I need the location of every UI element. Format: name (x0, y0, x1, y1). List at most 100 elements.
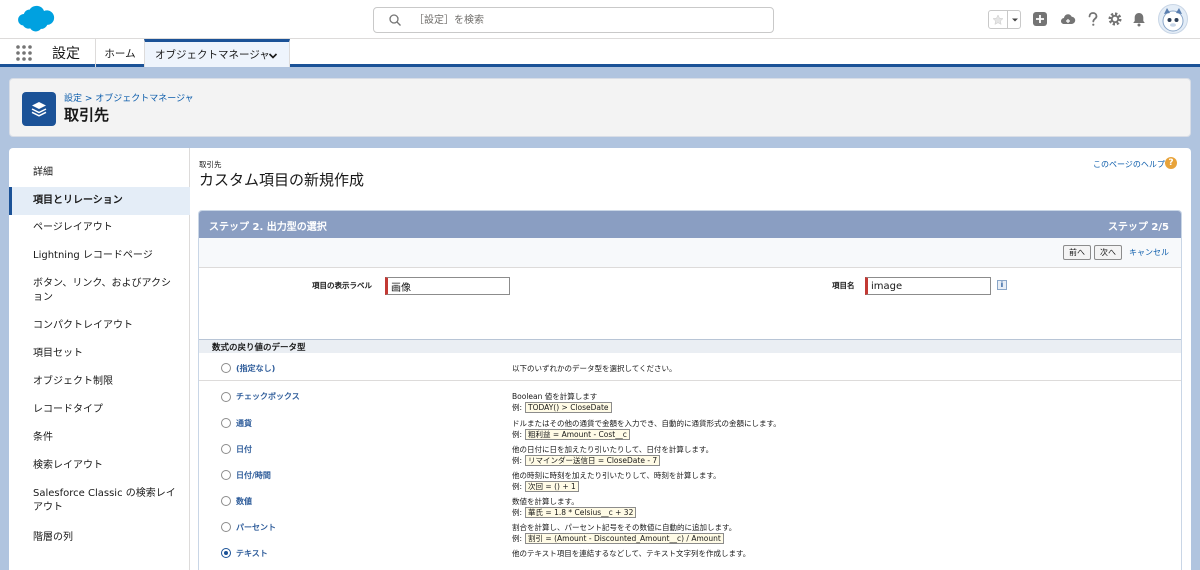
chevron-down-icon (1012, 18, 1018, 21)
type-label[interactable]: テキスト (236, 548, 268, 559)
type-desc: 以下のいずれかのデータ型を選択してください。 (512, 364, 677, 373)
step-header-bar: ステップ 2. 出力型の選択 ステップ 2/5 (199, 211, 1181, 238)
sidebar-item-label: 階層の列 (33, 532, 73, 543)
sidebar-item-fields-relationships[interactable]: 項目とリレーション (9, 187, 190, 215)
sidebar-item-hierarchy-columns[interactable]: 階層の列 (9, 529, 190, 547)
gear-icon (1108, 12, 1122, 26)
star-icon (992, 13, 1004, 25)
type-desc: 他の時刻に時刻を加えたり引いたりして、時刻を計算します。 (512, 471, 721, 480)
bell-icon (1133, 13, 1145, 27)
sidebar-item-page-layouts[interactable]: ページレイアウト (9, 219, 190, 237)
example-prefix: 例: (512, 482, 523, 491)
example-formula: リマインダー送信日 = CloseDate - 7 (525, 455, 661, 466)
tab-home[interactable]: ホーム (95, 39, 144, 67)
example-formula: 割引 = (Amount - Discounted_Amount__c) / A… (525, 533, 724, 544)
type-label[interactable]: (指定なし) (236, 363, 275, 374)
radio-none[interactable] (221, 363, 231, 373)
tab-object-manager[interactable]: オブジェクトマネージャ (144, 39, 290, 67)
type-label[interactable]: 数値 (236, 496, 252, 507)
favorites-group (988, 10, 1021, 29)
user-avatar[interactable] (1158, 4, 1188, 34)
type-label[interactable]: チェックボックス (236, 391, 300, 402)
help-for-page-link[interactable]: このページのヘルプ (1093, 159, 1165, 170)
type-example: 例: 華氏 = 1.8 * Celsius__c + 32 (512, 507, 637, 518)
type-example: 例: 粗利益 = Amount - Cost__c (512, 429, 630, 440)
astro-avatar-icon (1162, 8, 1184, 32)
example-prefix: 例: (512, 430, 523, 439)
page-title: 取引先 (64, 106, 110, 124)
type-example: 例: 割引 = (Amount - Discounted_Amount__c) /… (512, 533, 724, 544)
example-formula: 次回 = () + 1 (525, 481, 579, 492)
previous-button[interactable]: 前へ (1063, 245, 1091, 260)
favorites-star-button[interactable] (989, 11, 1008, 28)
global-actions-button[interactable] (1031, 10, 1049, 28)
layers-icon (31, 102, 47, 117)
global-search[interactable] (373, 7, 774, 33)
sidebar-item-classic-search-layouts[interactable]: Salesforce Classic の検索レイアウト (9, 485, 190, 517)
field-name-caption: 項目名 (832, 281, 855, 290)
sidebar-item-search-layouts[interactable]: 検索レイアウト (9, 457, 190, 475)
radio-currency[interactable] (221, 418, 231, 428)
app-name: 設定 (52, 46, 80, 62)
type-example: 例: 次回 = () + 1 (512, 481, 579, 492)
example-formula: TODAY() > CloseDate (525, 402, 612, 413)
sidebar-item-label: 詳細 (33, 167, 53, 178)
sidebar-item-label: 項目とリレーション (33, 195, 123, 206)
radio-percent[interactable] (221, 522, 231, 532)
example-prefix: 例: (512, 534, 523, 543)
sidebar-item-details[interactable]: 詳細 (9, 164, 190, 182)
wizard-button-row: 前へ 次へ キャンセル (199, 238, 1181, 268)
search-icon (389, 14, 401, 26)
step-count: ステップ 2/5 (1107, 222, 1169, 233)
sidebar-item-object-limits[interactable]: オブジェクト制限 (9, 373, 190, 391)
sidebar-item-label: レコードタイプ (33, 404, 103, 415)
type-desc: 割合を計算し、パーセント記号をその数値に自動的に追加します。 (512, 523, 737, 532)
sidebar-item-compact-layouts[interactable]: コンパクトレイアウト (9, 317, 190, 335)
setup-button[interactable] (1106, 10, 1124, 28)
sidebar-item-record-types[interactable]: レコードタイプ (9, 401, 190, 419)
chevron-down-icon[interactable] (267, 50, 279, 62)
type-label[interactable]: 日付/時間 (236, 470, 271, 481)
radio-checkbox[interactable] (221, 392, 231, 402)
breadcrumb[interactable]: 設定 > オブジェクトマネージャ (64, 91, 194, 104)
sidebar-item-conditions[interactable]: 条件 (9, 429, 190, 447)
type-desc: Boolean 値を計算します (512, 392, 598, 401)
example-prefix: 例: (512, 456, 523, 465)
type-label[interactable]: 通貨 (236, 418, 252, 429)
radio-number[interactable] (221, 496, 231, 506)
radio-date[interactable] (221, 444, 231, 454)
type-label[interactable]: 日付 (236, 444, 252, 455)
app-launcher-icon[interactable] (15, 44, 33, 62)
context-bar: 設定 ホーム オブジェクトマネージャ (0, 39, 1200, 67)
example-prefix: 例: (512, 403, 523, 412)
search-input[interactable] (414, 11, 754, 29)
radio-text[interactable] (221, 548, 231, 558)
field-name-input[interactable] (865, 277, 991, 295)
favorites-dropdown-button[interactable] (1009, 11, 1021, 28)
sidebar-item-label: Salesforce Classic の検索レイアウト (33, 488, 176, 513)
cancel-link[interactable]: キャンセル (1129, 247, 1169, 258)
wizard-step-panel: ステップ 2. 出力型の選択 ステップ 2/5 前へ 次へ キャンセル 項目の表… (198, 210, 1182, 570)
sidebar-item-label: 条件 (33, 432, 53, 443)
sidebar-item-label: オブジェクト制限 (33, 376, 113, 387)
salesforce-cloud-logo[interactable] (12, 5, 56, 35)
sidebar-item-field-sets[interactable]: 項目セット (9, 345, 190, 363)
info-icon[interactable]: i (997, 280, 1007, 290)
field-label-input[interactable] (385, 277, 510, 295)
notifications-button[interactable] (1130, 10, 1148, 28)
sidebar-item-label: 検索レイアウト (33, 460, 103, 471)
tab-home-label: ホーム (104, 47, 136, 60)
main-content: 取引先 カスタム項目の新規作成 このページのヘルプ ? ステップ 2. 出力型の… (190, 148, 1191, 570)
trailhead-button[interactable] (1059, 10, 1077, 28)
sidebar-item-label: ボタン、リンク、およびアクション (33, 278, 171, 303)
example-prefix: 例: (512, 508, 523, 517)
radio-datetime[interactable] (221, 470, 231, 480)
type-label[interactable]: パーセント (236, 522, 276, 533)
sidebar-item-lightning-record-pages[interactable]: Lightning レコードページ (9, 247, 190, 265)
next-button[interactable]: 次へ (1094, 245, 1122, 260)
global-header (0, 0, 1200, 39)
sidebar-item-buttons-links-actions[interactable]: ボタン、リンク、およびアクション (9, 275, 190, 307)
help-question-icon[interactable]: ? (1165, 157, 1177, 169)
help-button[interactable] (1084, 10, 1102, 28)
step-title: ステップ 2. 出力型の選択 (209, 222, 327, 233)
